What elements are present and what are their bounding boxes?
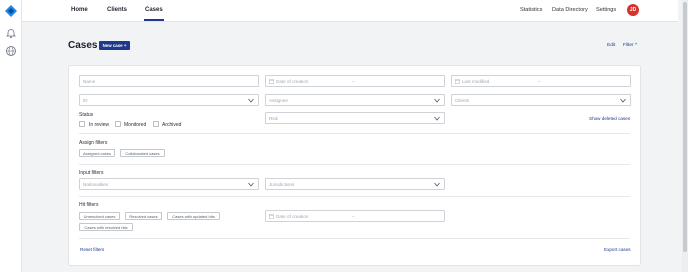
divider bbox=[79, 133, 630, 134]
input-filters-label: Input filters bbox=[79, 170, 104, 176]
divider bbox=[79, 196, 630, 197]
date-range-separator: – bbox=[538, 79, 541, 84]
monitored-checkbox[interactable] bbox=[115, 121, 121, 127]
date-of-creation-field[interactable]: Date of creation – bbox=[265, 75, 445, 87]
tab-clients[interactable]: Clients bbox=[107, 7, 127, 13]
bell-icon[interactable] bbox=[5, 27, 17, 39]
hit-filters-label: Hit filters bbox=[79, 202, 99, 208]
nationalities-select[interactable]: Nationalities bbox=[79, 178, 259, 190]
calendar-icon bbox=[455, 79, 460, 84]
jurisdictions-placeholder: Jurisdictions bbox=[269, 182, 295, 187]
chevron-down-icon bbox=[434, 116, 440, 121]
divider bbox=[79, 238, 630, 239]
last-modified-placeholder: Last modified bbox=[462, 79, 490, 84]
edit-link[interactable]: Edit bbox=[607, 43, 615, 48]
name-input[interactable]: Name bbox=[79, 75, 259, 87]
left-rail bbox=[0, 0, 22, 272]
tab-home[interactable]: Home bbox=[71, 7, 88, 13]
last-modified-field[interactable]: Last modified – bbox=[451, 75, 631, 87]
page-title: Cases bbox=[68, 40, 98, 51]
avatar[interactable]: JD bbox=[627, 4, 639, 16]
date-range-separator: – bbox=[352, 214, 355, 219]
risk-placeholder: Risk bbox=[269, 116, 278, 121]
nationalities-placeholder: Nationalities bbox=[83, 182, 109, 187]
new-case-button[interactable]: New case + bbox=[99, 41, 130, 50]
export-cases-link[interactable]: Export cases bbox=[604, 247, 631, 252]
assign-filters-label: Assign filters bbox=[79, 140, 108, 146]
id-placeholder: ID bbox=[83, 98, 88, 103]
scrollbar-thumb[interactable] bbox=[683, 2, 687, 252]
page-scrollbar[interactable] bbox=[682, 0, 688, 272]
calendar-icon bbox=[269, 214, 274, 219]
in-review-checkbox[interactable] bbox=[79, 121, 85, 127]
unresolved-cases-chip[interactable]: Unresolved cases bbox=[79, 212, 120, 220]
assignee-select[interactable]: Assignee bbox=[265, 94, 445, 106]
settings-link[interactable]: Settings bbox=[596, 7, 616, 13]
archived-label[interactable]: Archived bbox=[162, 122, 181, 128]
globe-icon[interactable] bbox=[5, 45, 17, 57]
date-of-creation-placeholder: Date of creation bbox=[276, 79, 309, 84]
data-directory-link[interactable]: Data Directory bbox=[552, 7, 588, 13]
tab-cases[interactable]: Cases bbox=[144, 7, 164, 21]
calendar-icon bbox=[269, 79, 274, 84]
monitored-label[interactable]: Monitored bbox=[124, 122, 146, 128]
assigned-cases-chip[interactable]: Assigned cases bbox=[79, 149, 115, 157]
resolved-cases-chip[interactable]: Resolved cases bbox=[125, 212, 162, 220]
chevron-down-icon bbox=[434, 98, 440, 103]
reset-filters-link[interactable]: Reset filters bbox=[80, 247, 104, 252]
status-label: Status bbox=[79, 112, 94, 118]
archived-checkbox[interactable] bbox=[153, 121, 159, 127]
collaborated-cases-chip[interactable]: Collaborated cases bbox=[120, 149, 165, 157]
logo-icon[interactable] bbox=[5, 5, 17, 17]
statistics-link[interactable]: Statistics bbox=[520, 7, 542, 13]
chevron-down-icon bbox=[248, 182, 254, 187]
clients-placeholder: Clients bbox=[455, 98, 470, 103]
top-navigation: Home Clients Cases Statistics Data Direc… bbox=[22, 0, 678, 22]
chevron-down-icon bbox=[248, 98, 254, 103]
hit-date-of-creation-field[interactable]: Date of creation – bbox=[265, 210, 445, 222]
show-deleted-cases-link[interactable]: Show deleted cases bbox=[589, 116, 630, 121]
clients-select[interactable]: Clients bbox=[451, 94, 631, 106]
hit-date-placeholder: Date of creation bbox=[276, 214, 309, 219]
jurisdictions-select[interactable]: Jurisdictions bbox=[265, 178, 445, 190]
chevron-down-icon bbox=[434, 182, 440, 187]
updated-hits-chip[interactable]: Cases with updated hits bbox=[167, 212, 220, 220]
date-range-separator: – bbox=[352, 79, 355, 84]
divider bbox=[79, 164, 630, 165]
assignee-placeholder: Assignee bbox=[269, 98, 288, 103]
risk-select[interactable]: Risk bbox=[265, 112, 445, 124]
chevron-down-icon bbox=[620, 98, 626, 103]
in-review-label[interactable]: In review bbox=[89, 122, 109, 128]
id-select[interactable]: ID bbox=[79, 94, 259, 106]
name-placeholder: Name bbox=[83, 79, 96, 84]
filter-toggle[interactable]: Filter ^ bbox=[623, 43, 637, 48]
resolved-hits-chip[interactable]: Cases with resolved hits bbox=[79, 223, 133, 231]
